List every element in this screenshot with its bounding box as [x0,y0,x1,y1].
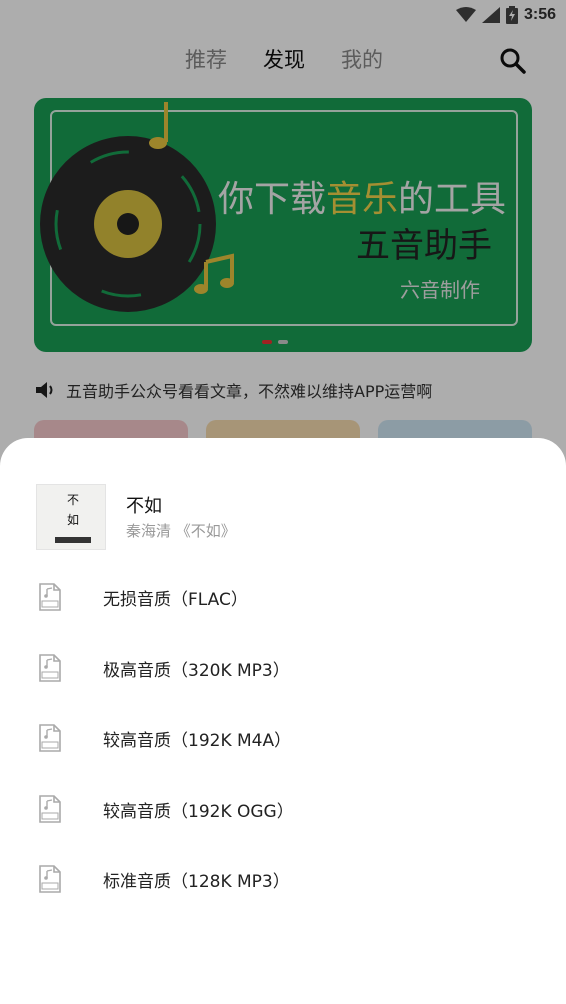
song-info: 不 如 不如 秦海清 《不如》 [36,484,536,550]
quality-option-flac[interactable]: 无损音质（FLAC） [0,562,566,633]
quality-option-192k-ogg[interactable]: 较高音质（192K OGG） [0,774,566,845]
song-subtitle: 秦海清 《不如》 [126,522,236,540]
quality-label: 标准音质（128K MP3） [103,872,290,892]
audio-file-icon [39,653,61,682]
quality-option-128k-mp3[interactable]: 标准音质（128K MP3） [0,844,566,915]
cover-text: 如 [67,513,80,527]
audio-file-icon [39,794,61,823]
quality-label: 较高音质（192K OGG） [103,801,294,822]
quality-list: 无损音质（FLAC） 极高音质（320K MP3） 较高音质（192K M4A） [0,562,566,915]
quality-option-320k-mp3[interactable]: 极高音质（320K MP3） [0,633,566,704]
audio-file-icon [39,583,61,611]
cover-text: 不 [67,493,80,507]
quality-option-192k-m4a[interactable]: 较高音质（192K M4A） [0,703,566,774]
song-title: 不如 [126,496,162,517]
quality-label: 极高音质（320K MP3） [103,660,290,681]
album-cover: 不 如 [36,484,106,550]
quality-label: 无损音质（FLAC） [103,590,248,610]
audio-file-icon [39,724,61,752]
quality-label: 较高音质（192K M4A） [103,731,292,751]
cover-decoration [55,537,91,543]
download-quality-sheet: 不 如 不如 秦海清 《不如》 无损音质（FLAC） 极高音质（320K MP3… [0,438,566,1004]
audio-file-icon [39,865,61,893]
